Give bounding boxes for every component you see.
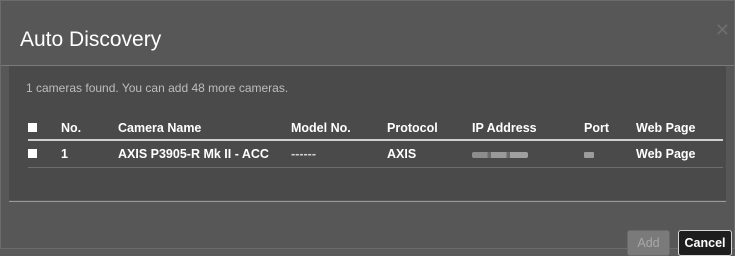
row-no: 1	[61, 140, 118, 168]
row-checkbox[interactable]	[28, 149, 37, 158]
close-icon[interactable]: ✕	[715, 21, 730, 39]
camera-table: No. Camera Name Model No. Protocol IP Ad…	[28, 117, 723, 168]
row-protocol: AXIS	[387, 140, 472, 168]
header-port: Port	[584, 117, 636, 141]
table-header-row: No. Camera Name Model No. Protocol IP Ad…	[28, 117, 723, 141]
header-ip-address: IP Address	[472, 117, 584, 141]
dialog-title: Auto Discovery	[20, 28, 162, 51]
header-protocol: Protocol	[387, 117, 472, 141]
row-select-cell	[28, 140, 61, 168]
cameras-found-message: 1 cameras found. You can add 48 more cam…	[26, 81, 289, 95]
table-row[interactable]: 1 AXIS P3905-R Mk II - ACC ------ AXIS W…	[28, 140, 723, 168]
dialog-header: Auto Discovery ✕	[1, 1, 734, 66]
select-all-header	[28, 117, 61, 141]
header-no: No.	[61, 117, 118, 141]
row-web-page: Web Page	[636, 140, 723, 168]
header-camera-name: Camera Name	[118, 117, 291, 141]
row-model-no: ------	[291, 140, 387, 168]
select-all-checkbox[interactable]	[28, 123, 37, 132]
cancel-button[interactable]: Cancel	[678, 230, 732, 256]
row-port	[584, 140, 636, 168]
header-model-no: Model No.	[291, 117, 387, 141]
redacted-port	[584, 152, 594, 158]
row-ip-address	[472, 140, 584, 168]
header-web-page: Web Page	[636, 117, 723, 141]
redacted-ip-address	[472, 152, 528, 158]
add-button[interactable]: Add	[627, 230, 670, 256]
auto-discovery-dialog: Auto Discovery ✕ 1 cameras found. You ca…	[0, 0, 735, 256]
row-camera-name: AXIS P3905-R Mk II - ACC	[118, 140, 291, 168]
web-page-link[interactable]: Web Page	[636, 147, 696, 161]
footer-divider	[9, 201, 726, 202]
